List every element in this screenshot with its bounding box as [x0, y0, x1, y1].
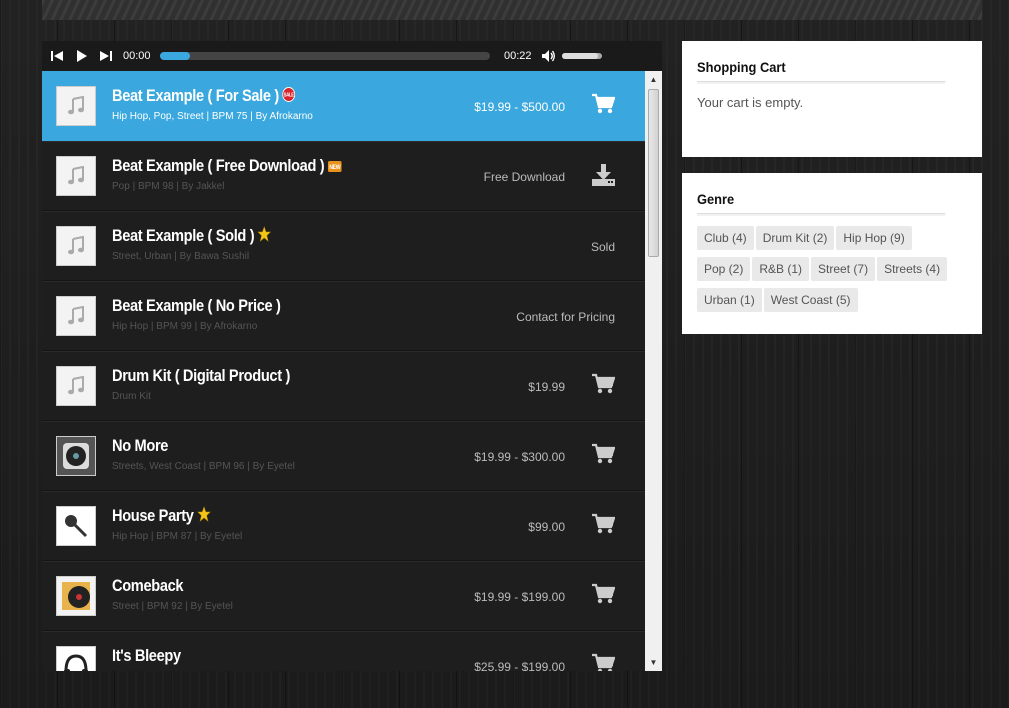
- music-note-icon: [56, 226, 96, 266]
- genre-tag[interactable]: Urban (1): [697, 288, 762, 312]
- add-to-cart-icon[interactable]: [591, 93, 617, 117]
- total-time: 00:22: [504, 50, 532, 62]
- track-row[interactable]: Beat Example ( Free Download ) NEW Pop | B…: [42, 141, 645, 211]
- track-title-text: House Party: [112, 506, 194, 525]
- sale-badge-icon: SALE: [282, 86, 296, 107]
- track-price: $19.99 - $199.00: [474, 590, 565, 604]
- track-title[interactable]: Beat Example ( Free Download ) NEW: [112, 156, 342, 177]
- track-price: Sold: [590, 240, 615, 254]
- genre-widget: Genre Club (4) Drum Kit (2) Hip Hop (9) Pop…: [682, 173, 982, 334]
- svg-text:SALE: SALE: [284, 92, 294, 97]
- add-to-cart-icon[interactable]: [591, 373, 617, 397]
- star-badge-icon: [257, 226, 272, 247]
- track-title[interactable]: Drum Kit ( Digital Product ): [112, 366, 290, 386]
- track-row[interactable]: Comeback Street | BPM 92 | By Eyetel $19.9…: [42, 561, 645, 631]
- genre-tag[interactable]: Club (4): [697, 226, 754, 250]
- volume-slider[interactable]: [562, 53, 602, 59]
- track-price: $99.00: [528, 520, 565, 534]
- track-meta: Street | BPM 92 | By Eyetel: [112, 601, 233, 612]
- shopping-cart-widget: Shopping Cart Your cart is empty.: [682, 41, 982, 157]
- genre-tag[interactable]: Streets (4): [877, 257, 948, 281]
- track-price: $19.99 - $500.00: [474, 100, 565, 114]
- music-note-icon: [56, 296, 96, 336]
- shopping-cart-title: Shopping Cart: [697, 41, 946, 82]
- track-title[interactable]: Beat Example ( No Price ): [112, 296, 281, 316]
- track-meta: Hip Hop | BPM 99 | By Afrokarno: [112, 321, 258, 332]
- genre-tag[interactable]: Pop (2): [697, 257, 751, 281]
- header-banner: [42, 0, 982, 20]
- track-row[interactable]: House Party Hip Hop | BPM 87 | By Eyetel $…: [42, 491, 645, 561]
- track-title-text: Comeback: [112, 576, 184, 595]
- vinyl-icon: [56, 576, 96, 616]
- track-price: $25.99 - $199.00: [474, 660, 565, 671]
- volume-icon[interactable]: [541, 49, 555, 63]
- current-time: 00:00: [123, 50, 151, 62]
- add-to-cart-icon[interactable]: [591, 513, 617, 537]
- music-note-icon: [56, 366, 96, 406]
- track-meta: Pop | BPM 98 | By Jakkel: [112, 181, 225, 192]
- track-title[interactable]: Beat Example ( Sold ): [112, 226, 272, 247]
- progress-fill: [160, 52, 190, 60]
- music-note-icon: [56, 156, 96, 196]
- track-title[interactable]: No More: [112, 436, 168, 456]
- track-title[interactable]: It's Bleepy: [112, 646, 181, 666]
- track-meta: Drum Kit: [112, 391, 151, 402]
- track-row[interactable]: Drum Kit ( Digital Product ) Drum Kit $19.…: [42, 351, 645, 421]
- track-list-scrollbar[interactable]: ▲ ▼: [645, 71, 662, 671]
- genre-tag[interactable]: R&B (1): [752, 257, 810, 281]
- add-to-cart-icon[interactable]: [591, 653, 617, 671]
- headphones-icon: [56, 646, 96, 671]
- download-icon[interactable]: [591, 163, 617, 187]
- progress-bar[interactable]: [160, 52, 490, 60]
- scroll-up-arrow-icon[interactable]: ▲: [645, 71, 662, 88]
- track-title[interactable]: Beat Example ( For Sale ) SALE: [112, 86, 296, 107]
- add-to-cart-icon[interactable]: [591, 583, 617, 607]
- track-meta: Street, Urban | By Bawa Sushil: [112, 251, 250, 262]
- svg-text:NEW: NEW: [329, 164, 341, 170]
- genre-tag[interactable]: Drum Kit (2): [755, 226, 835, 250]
- track-title-text: Beat Example ( Sold ): [112, 226, 255, 245]
- next-icon[interactable]: [99, 49, 113, 63]
- track-title-text: Beat Example ( Free Download ): [112, 156, 325, 175]
- scroll-thumb[interactable]: [648, 89, 659, 257]
- play-icon[interactable]: [75, 49, 89, 63]
- star-badge-icon: [197, 506, 211, 527]
- music-player: 00:00 00:22 Beat Example ( For Sale ) SAL…: [42, 41, 662, 671]
- track-price: Free Download: [483, 170, 565, 184]
- microphone-icon: [56, 506, 96, 546]
- track-row[interactable]: It's Bleepy $25.99 - $199.00: [42, 631, 645, 671]
- new-badge-icon: NEW: [327, 157, 342, 177]
- track-price: Contact for Pricing: [516, 310, 615, 324]
- track-meta: Streets, West Coast | BPM 96 | By Eyetel: [112, 461, 295, 472]
- add-to-cart-icon[interactable]: [591, 443, 617, 467]
- track-row[interactable]: Beat Example ( For Sale ) SALE Hip Hop, Po…: [42, 71, 645, 141]
- track-meta: Hip Hop, Pop, Street | BPM 75 | By Afrok…: [112, 111, 313, 122]
- track-title-text: Drum Kit ( Digital Product ): [112, 366, 290, 385]
- track-meta: Hip Hop | BPM 87 | By Eyetel: [112, 531, 243, 542]
- turntable-icon: [56, 436, 96, 476]
- track-price: $19.99: [528, 380, 565, 394]
- scroll-down-arrow-icon[interactable]: ▼: [645, 654, 662, 671]
- track-list: Beat Example ( For Sale ) SALE Hip Hop, Po…: [42, 71, 645, 671]
- genre-tag[interactable]: Street (7): [811, 257, 876, 281]
- genre-tag-cloud: Club (4) Drum Kit (2) Hip Hop (9) Pop (2) R&…: [697, 226, 967, 319]
- cart-empty-message: Your cart is empty.: [697, 95, 804, 110]
- track-title-text: Beat Example ( For Sale ): [112, 86, 279, 105]
- track-title-text: It's Bleepy: [112, 646, 181, 665]
- genre-title: Genre: [697, 173, 946, 214]
- track-title[interactable]: House Party: [112, 506, 211, 527]
- track-title[interactable]: Comeback: [112, 576, 184, 596]
- track-row[interactable]: Beat Example ( Sold ) Street, Urban | By …: [42, 211, 645, 281]
- music-note-icon: [56, 86, 96, 126]
- track-title-text: No More: [112, 436, 169, 455]
- previous-icon[interactable]: [50, 49, 64, 63]
- player-controls: 00:00 00:22: [42, 41, 662, 71]
- track-price: $19.99 - $300.00: [474, 450, 565, 464]
- track-row[interactable]: No More Streets, West Coast | BPM 96 | By…: [42, 421, 645, 491]
- genre-tag[interactable]: Hip Hop (9): [836, 226, 912, 250]
- genre-tag[interactable]: West Coast (5): [763, 288, 858, 312]
- volume-fill: [562, 53, 598, 59]
- track-title-text: Beat Example ( No Price ): [112, 296, 281, 315]
- track-row[interactable]: Beat Example ( No Price ) Hip Hop | BPM 9…: [42, 281, 645, 351]
